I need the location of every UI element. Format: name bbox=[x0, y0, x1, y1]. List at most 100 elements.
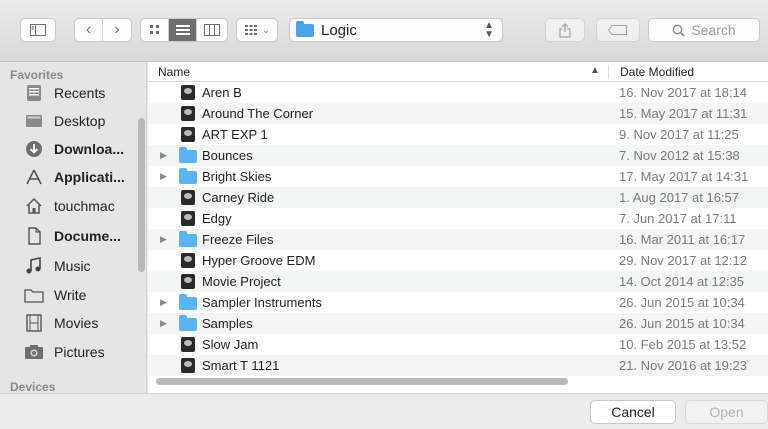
disclosure-triangle-icon[interactable]: ▶ bbox=[160, 150, 167, 161]
file-date: 29. Nov 2017 at 12:12 bbox=[619, 253, 747, 268]
tag-icon bbox=[608, 25, 627, 35]
column-header-name[interactable]: Name bbox=[158, 65, 190, 79]
disclosure-triangle-icon[interactable]: ▶ bbox=[160, 297, 167, 308]
column-header-date-modified[interactable]: Date Modified bbox=[620, 65, 694, 79]
disclosure-triangle-icon[interactable]: ▶ bbox=[160, 318, 167, 329]
sidebar-item-label: Movies bbox=[54, 315, 99, 331]
documents-icon bbox=[24, 226, 44, 246]
column-divider[interactable] bbox=[608, 65, 609, 79]
sidebar-scrollbar[interactable] bbox=[138, 118, 145, 272]
up-down-arrows-icon: ▲ ▼ bbox=[484, 20, 494, 40]
sidebar-item-downloads[interactable]: Downloa... bbox=[24, 135, 142, 163]
sidebar-item-home[interactable]: touchmac bbox=[24, 192, 142, 220]
logic-project-icon bbox=[181, 106, 195, 121]
file-name: Carney Ride bbox=[202, 190, 275, 205]
file-name: Movie Project bbox=[202, 274, 281, 289]
horizontal-scrollbar[interactable] bbox=[156, 378, 568, 385]
sidebar-item-applications[interactable]: Applicati... bbox=[24, 163, 142, 191]
table-row[interactable]: Around The Corner 15. May 2017 at 11:31 bbox=[148, 103, 768, 124]
logic-project-icon bbox=[181, 358, 195, 373]
list-view-button[interactable] bbox=[169, 19, 197, 41]
list-header: Name ▲ Date Modified bbox=[148, 62, 768, 82]
sidebar-item-label: Music bbox=[54, 258, 91, 274]
applications-icon bbox=[24, 167, 44, 187]
file-name: Freeze Files bbox=[202, 232, 274, 247]
sidebar-icon bbox=[30, 24, 46, 36]
table-row[interactable]: Edgy 7. Jun 2017 at 17:11 bbox=[148, 208, 768, 229]
table-row[interactable]: ▶ Bounces 7. Nov 2012 at 15:38 bbox=[148, 145, 768, 166]
table-row[interactable]: Movie Project 14. Oct 2014 at 12:35 bbox=[148, 271, 768, 292]
movies-icon bbox=[24, 313, 44, 333]
logic-project-icon bbox=[181, 253, 195, 268]
sidebar-item-label: Recents bbox=[54, 85, 106, 101]
cancel-button[interactable]: Cancel bbox=[590, 400, 676, 424]
file-name: Sampler Instruments bbox=[202, 295, 322, 310]
sidebar-item-music[interactable]: Music bbox=[24, 252, 142, 280]
logic-project-icon bbox=[181, 85, 195, 100]
sidebar-item-label: Desktop bbox=[54, 113, 106, 129]
table-row[interactable]: Hyper Groove EDM 29. Nov 2017 at 12:12 bbox=[148, 250, 768, 271]
file-name: Aren B bbox=[202, 85, 242, 100]
file-name: Slow Jam bbox=[202, 337, 259, 352]
location-popup[interactable]: Logic ▲ ▼ bbox=[289, 18, 503, 42]
view-mode-control bbox=[140, 18, 228, 42]
sort-ascending-icon: ▲ bbox=[590, 65, 600, 76]
group-by-button[interactable]: ⌄ bbox=[236, 18, 278, 42]
table-row[interactable]: ▶ Samples 26. Jun 2015 at 10:34 bbox=[148, 313, 768, 334]
table-row[interactable]: ▶ Freeze Files 16. Mar 2011 at 16:17 bbox=[148, 229, 768, 250]
search-placeholder: Search bbox=[691, 22, 736, 38]
logic-project-icon bbox=[181, 274, 195, 289]
music-icon bbox=[24, 256, 44, 276]
group-icon bbox=[245, 25, 258, 35]
sidebar-item-movies[interactable]: Movies bbox=[24, 309, 142, 337]
share-button[interactable] bbox=[545, 18, 585, 42]
recents-icon bbox=[24, 83, 44, 103]
file-name: Samples bbox=[202, 316, 253, 331]
sidebar-item-recents[interactable]: Recents bbox=[24, 79, 142, 107]
sidebar-item-desktop[interactable]: Desktop bbox=[24, 107, 142, 135]
table-row[interactable]: ART EXP 1 9. Nov 2017 at 11:25 bbox=[148, 124, 768, 145]
logic-project-icon bbox=[181, 190, 195, 205]
table-row[interactable]: Slow Jam 10. Feb 2015 at 13:52 bbox=[148, 334, 768, 355]
column-view-button[interactable] bbox=[197, 19, 227, 41]
sidebar-item-write[interactable]: Write bbox=[24, 281, 142, 309]
logic-project-icon bbox=[181, 211, 195, 226]
logic-project-icon bbox=[181, 127, 195, 142]
table-row[interactable]: Smart T 1121 21. Nov 2016 at 19:23 bbox=[148, 355, 768, 376]
disclosure-triangle-icon[interactable]: ▶ bbox=[160, 171, 167, 182]
file-name: Bounces bbox=[202, 148, 253, 163]
back-button[interactable]: ‹ bbox=[75, 19, 103, 41]
folder-icon bbox=[179, 168, 197, 184]
disclosure-triangle-icon[interactable]: ▶ bbox=[160, 234, 167, 245]
sidebar-item-label: Docume... bbox=[54, 228, 121, 244]
sidebar-item-pictures[interactable]: Pictures bbox=[24, 338, 142, 366]
back-forward-control: ‹ › bbox=[74, 18, 132, 42]
table-row[interactable]: Aren B 16. Nov 2017 at 18:14 bbox=[148, 82, 768, 103]
forward-button[interactable]: › bbox=[103, 19, 131, 41]
sidebar-item-documents[interactable]: Docume... bbox=[24, 222, 142, 250]
folder-icon bbox=[179, 315, 197, 331]
file-date: 16. Mar 2011 at 16:17 bbox=[619, 232, 746, 247]
folder-icon bbox=[24, 285, 44, 305]
table-row[interactable]: ▶ Sampler Instruments 26. Jun 2015 at 10:3… bbox=[148, 292, 768, 313]
tag-button[interactable] bbox=[596, 18, 640, 42]
downloads-icon bbox=[24, 139, 44, 159]
chevron-right-icon: › bbox=[114, 21, 120, 38]
file-name: ART EXP 1 bbox=[202, 127, 268, 142]
table-row[interactable]: Carney Ride 1. Aug 2017 at 16:57 bbox=[148, 187, 768, 208]
logic-project-icon bbox=[181, 337, 195, 352]
file-date: 10. Feb 2015 at 13:52 bbox=[619, 337, 747, 352]
file-name: Bright Skies bbox=[202, 169, 272, 184]
search-field[interactable]: Search bbox=[648, 18, 760, 42]
devices-heading: Devices bbox=[10, 380, 56, 393]
icon-view-button[interactable] bbox=[141, 19, 169, 41]
file-date: 14. Oct 2014 at 12:35 bbox=[619, 274, 745, 289]
chevron-left-icon: ‹ bbox=[85, 21, 92, 38]
sidebar-toggle-button[interactable] bbox=[20, 18, 56, 42]
sidebar-item-label: Write bbox=[54, 287, 87, 303]
open-button[interactable]: Open bbox=[685, 400, 768, 424]
file-date: 26. Jun 2015 at 10:34 bbox=[619, 316, 745, 331]
table-row[interactable]: ▶ Bright Skies 17. May 2017 at 14:31 bbox=[148, 166, 768, 187]
share-icon bbox=[559, 22, 571, 38]
file-date: 1. Aug 2017 at 16:57 bbox=[619, 190, 739, 205]
